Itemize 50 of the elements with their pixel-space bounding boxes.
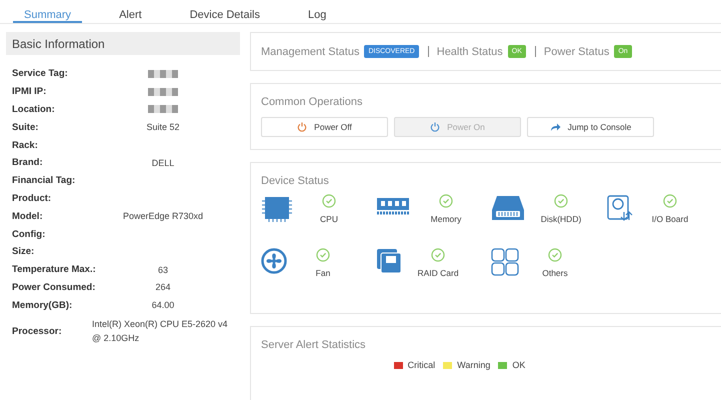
card-title: Device Status — [261, 175, 330, 187]
field-label: Memory(GB): — [12, 300, 74, 311]
field-label: Size: — [12, 246, 36, 258]
field-label: Processor: — [12, 326, 63, 338]
field-label: Model: — [12, 210, 44, 222]
field-label: IPMI IP: — [12, 86, 48, 98]
fan-icon — [261, 248, 287, 274]
tab[interactable]: Device Details — [178, 0, 271, 23]
legend-label: Warning — [457, 360, 490, 370]
power-icon — [430, 122, 440, 132]
field-value: PowerEdge R730xd — [122, 211, 204, 222]
section-header: Basic Information — [6, 32, 240, 55]
field-label: Service Tag: — [12, 68, 69, 80]
field-value: Suite 52 — [145, 122, 181, 132]
device-label: Memory — [430, 214, 462, 224]
card-title: Server Alert Statistics — [261, 339, 367, 351]
field-value: 264 — [154, 282, 172, 292]
field-label: Brand: — [12, 157, 44, 168]
device-label: Others — [542, 268, 568, 278]
status-label: Health Status — [436, 46, 503, 58]
field-label: Suite: — [12, 122, 40, 133]
field-label: Config: — [12, 228, 46, 240]
field-value: 64.00 — [150, 300, 176, 310]
device-label: Disk(HDD) — [540, 214, 582, 224]
legend-label: Critical — [408, 360, 436, 370]
field-label: Power Consumed: — [12, 282, 92, 293]
grid-icon — [491, 248, 519, 276]
field-label: Financial Tag: — [12, 175, 76, 186]
tab[interactable]: Log — [297, 0, 338, 23]
card-icon — [376, 248, 402, 274]
power-icon — [297, 122, 308, 132]
legend-label: OK — [512, 360, 526, 370]
device-label: Fan — [316, 268, 330, 278]
device-label: RAID Card — [417, 268, 459, 278]
field-value: DELL — [150, 158, 176, 168]
field-value: Intel(R) Xeon(R) CPU E5-2620 v4 @ 2.10GHz — [92, 318, 229, 345]
operation-button[interactable]: Jump to Console — [527, 117, 654, 137]
device-label: CPU — [320, 214, 338, 224]
status-label: Power Status — [544, 46, 610, 58]
field-label: Location: — [12, 104, 56, 115]
device-label: I/O Board — [652, 214, 688, 224]
card-title: Common Operations — [261, 96, 364, 108]
field-label: Product: — [12, 192, 52, 204]
operation-button[interactable]: Power Off — [261, 117, 388, 137]
chip-icon — [261, 194, 293, 224]
forward-arrow-icon — [550, 122, 561, 132]
drive-icon — [606, 194, 634, 222]
status-label: Management Status — [261, 46, 360, 58]
tab[interactable]: Alert — [108, 0, 153, 23]
field-label: Rack: — [12, 140, 39, 151]
